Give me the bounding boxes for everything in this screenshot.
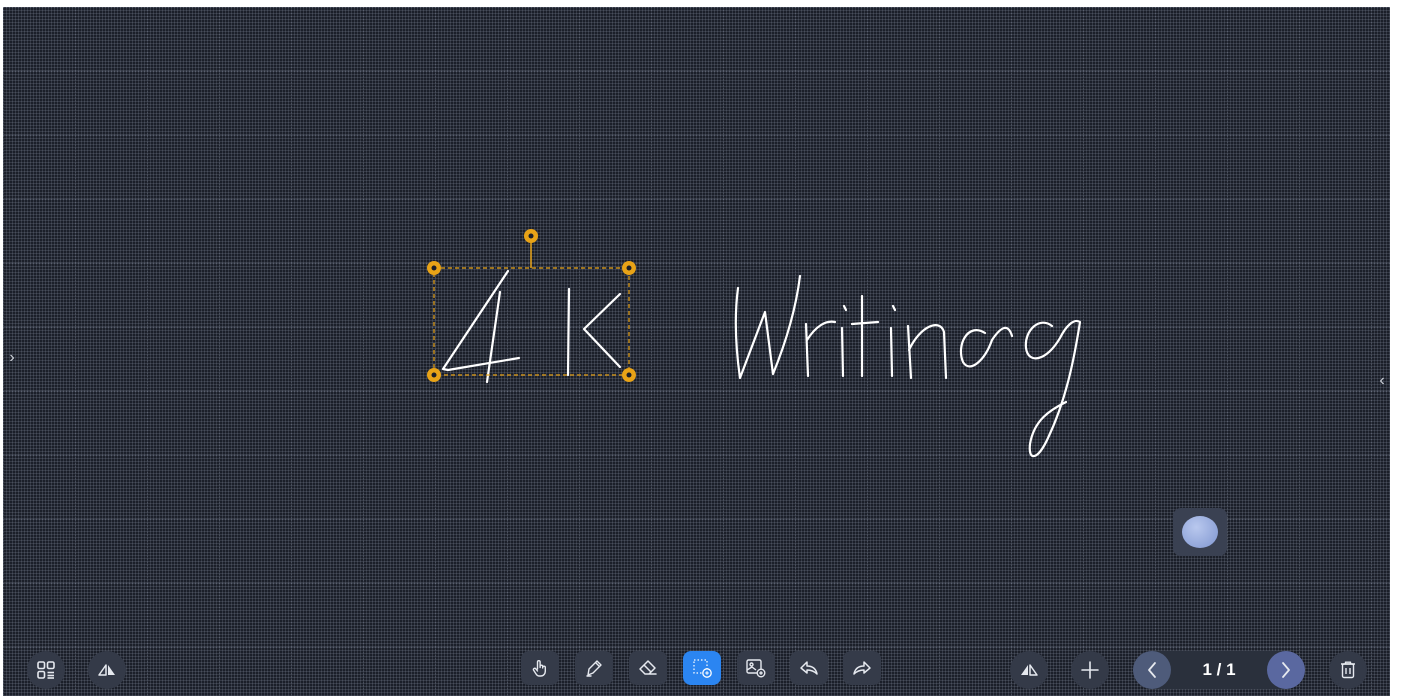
switch-toolbar-side-button[interactable] bbox=[88, 651, 126, 689]
flip-toolbar-icon bbox=[98, 664, 115, 676]
handwriting-stroke-k[interactable] bbox=[566, 287, 622, 377]
floating-ball-icon bbox=[1182, 516, 1218, 548]
handwriting-stroke-4[interactable] bbox=[441, 269, 521, 384]
insert-image-button[interactable] bbox=[737, 651, 775, 685]
eraser-icon bbox=[639, 660, 657, 675]
next-page-button[interactable] bbox=[1267, 651, 1305, 689]
previous-page-button[interactable] bbox=[1133, 651, 1171, 689]
chevron-left-icon bbox=[1148, 662, 1156, 678]
trash-icon bbox=[1341, 661, 1355, 679]
select-tool-button[interactable] bbox=[683, 651, 721, 685]
page-indicator: 1 / 1 bbox=[1202, 660, 1236, 679]
pen-icon bbox=[586, 660, 602, 677]
plus-icon bbox=[1081, 661, 1099, 679]
eraser-tool-button[interactable] bbox=[629, 651, 667, 685]
pen-tool-button[interactable] bbox=[575, 651, 613, 685]
hand-pointer-icon bbox=[532, 660, 546, 677]
selection-box[interactable] bbox=[427, 229, 636, 382]
delete-page-button[interactable] bbox=[1329, 651, 1367, 689]
apps-grid-icon bbox=[37, 661, 55, 679]
floating-ball-button[interactable] bbox=[1173, 508, 1227, 556]
image-insert-icon bbox=[746, 659, 766, 678]
redo-icon bbox=[853, 661, 871, 675]
handwriting-layer bbox=[427, 229, 1082, 458]
redo-button[interactable] bbox=[843, 651, 881, 685]
chevron-right-icon bbox=[1282, 662, 1290, 678]
hand-tool-button[interactable] bbox=[521, 651, 559, 685]
apps-menu-button[interactable] bbox=[27, 651, 65, 689]
flip-toolbar-icon bbox=[1021, 664, 1038, 676]
add-page-button[interactable] bbox=[1071, 651, 1109, 689]
flip-toolbar-button[interactable] bbox=[1010, 651, 1048, 689]
undo-icon bbox=[800, 661, 818, 675]
handwriting-stroke-writing[interactable] bbox=[734, 274, 1082, 458]
lasso-select-icon bbox=[693, 659, 712, 678]
undo-button[interactable] bbox=[790, 651, 828, 685]
page-navigator: 1 / 1 bbox=[1133, 651, 1305, 689]
